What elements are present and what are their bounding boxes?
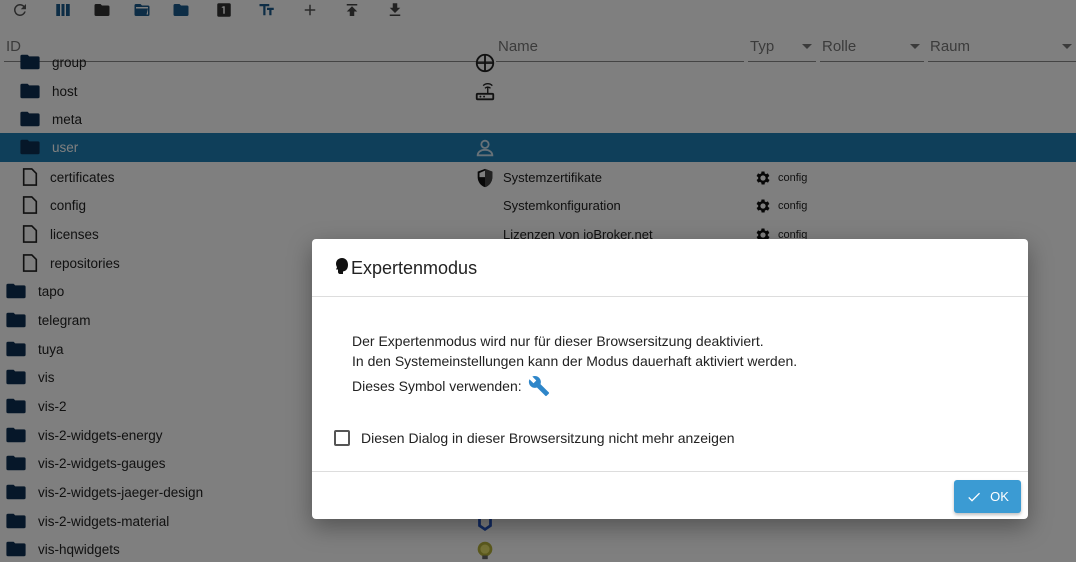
expert-mode-dialog: Expertenmodus Der Expertenmodus wird nur… — [312, 239, 1028, 519]
dialog-content: Der Expertenmodus wird nur für dieser Br… — [312, 297, 1028, 471]
wrench-icon — [528, 375, 550, 397]
dialog-text-line-2: In den Systemeinstellungen kann der Modu… — [352, 353, 798, 369]
dialog-text-line-3: Dieses Symbol verwenden: — [352, 378, 522, 394]
dialog-title-bar: Expertenmodus — [312, 239, 1028, 297]
ok-button[interactable]: OK — [954, 480, 1021, 513]
dialog-footer: OK — [312, 471, 1028, 519]
ok-button-label: OK — [990, 489, 1009, 504]
dialog-title: Expertenmodus — [351, 258, 478, 278]
dont-show-again-checkbox[interactable]: Diesen Dialog in dieser Browsersitzung n… — [334, 428, 735, 448]
checkbox-box[interactable] — [334, 430, 350, 446]
dialog-text-line-1: Der Expertenmodus wird nur für dieser Br… — [352, 333, 764, 349]
checkbox-label: Diesen Dialog in dieser Browsersitzung n… — [361, 430, 735, 446]
expert-head-icon — [334, 257, 350, 275]
check-icon — [968, 492, 981, 502]
